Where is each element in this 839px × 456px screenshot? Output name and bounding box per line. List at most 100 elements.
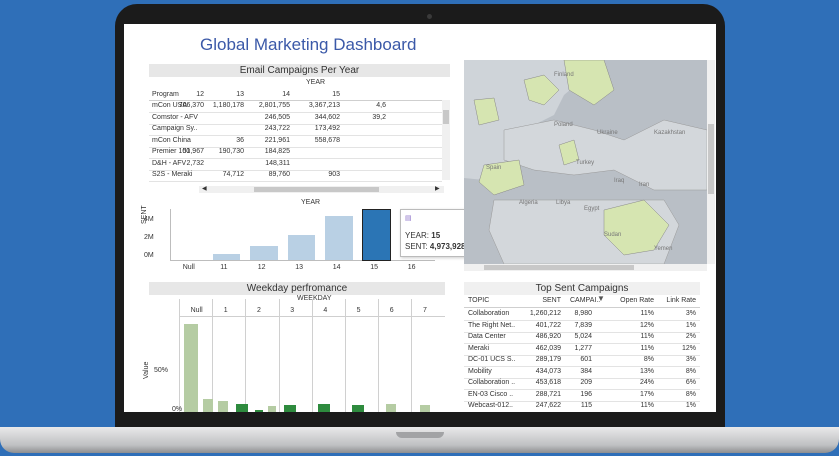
bar-13[interactable]	[287, 235, 315, 260]
email-table-hscroll-thumb[interactable]	[254, 187, 379, 192]
scroll-left-arrow-icon[interactable]: ◀	[202, 185, 207, 192]
email-cell: 148,311	[265, 159, 290, 167]
email-cell: 74,712	[222, 171, 244, 178]
weekday-col-1[interactable]: 1	[224, 307, 228, 314]
email-cell: 39,2	[372, 113, 386, 121]
map-label: Iran	[639, 182, 650, 188]
campaign-cell: 196	[580, 390, 592, 398]
col-open-rate[interactable]: Open Rate	[614, 297, 654, 304]
bar-14[interactable]	[325, 216, 353, 260]
bar-12[interactable]	[250, 246, 278, 260]
email-cell: 246,505	[264, 113, 290, 121]
weekday-col-divider	[212, 299, 214, 412]
campaign-cell: 247,622	[535, 402, 561, 409]
email-cell: 89,760	[268, 171, 290, 178]
email-cell: 184,825	[264, 148, 290, 155]
campaign-cell: 11%	[640, 402, 655, 409]
email-table-vscroll-thumb[interactable]	[443, 110, 449, 124]
map-hscroll-thumb[interactable]	[484, 265, 634, 270]
year-header: YEAR	[306, 79, 326, 86]
campaign-cell: 384	[580, 367, 592, 375]
year-col-3[interactable]: 15	[300, 91, 340, 98]
y-tick-2m: 2M	[144, 234, 154, 241]
email-cell: 1,180,178	[212, 102, 244, 109]
campaign-cell: 601	[580, 356, 592, 363]
campaign-cell: 1%	[685, 402, 696, 409]
weekday-bar[interactable]	[268, 406, 276, 412]
campaign-topic: Data Center	[468, 333, 506, 340]
campaign-cell: 5,024	[574, 333, 592, 340]
email-cell: 344,602	[314, 113, 340, 121]
weekday-bar[interactable]	[184, 324, 198, 412]
sort-desc-icon[interactable]: ▼	[597, 294, 605, 303]
weekday-col-3[interactable]: 3	[290, 307, 294, 314]
campaign-topic: EN-03 Cisco ..	[468, 390, 514, 398]
map-label: Poland	[554, 122, 573, 128]
weekday-col-6[interactable]: 6	[390, 307, 394, 314]
tooltip-filter-icon[interactable]: ▤	[405, 214, 412, 222]
bar-selected-15[interactable]	[361, 209, 391, 261]
campaign-cell: 2%	[685, 333, 696, 340]
campaign-cell: 453,618	[535, 379, 561, 386]
campaign-cell: 8%	[643, 356, 654, 363]
weekday-col-5[interactable]: 5	[357, 307, 361, 314]
weekday-col-4[interactable]: 4	[323, 307, 327, 314]
campaign-cell: 401,722	[535, 321, 561, 329]
campaign-cell: 12%	[681, 344, 696, 352]
weekday-bar[interactable]	[203, 399, 213, 412]
year-col-0[interactable]: 12	[164, 91, 204, 98]
tooltip-year-value: 15	[431, 231, 441, 240]
map-label: Algeria	[519, 200, 538, 206]
col-sent[interactable]: SENT	[524, 297, 561, 304]
y-tick-50: 50%	[154, 367, 169, 374]
weekday-col-7[interactable]: 7	[423, 307, 427, 314]
weekday-bar[interactable]	[218, 401, 228, 412]
weekday-col-divider	[278, 299, 280, 412]
campaign-cell: 3%	[685, 356, 696, 363]
col-campaigns[interactable]: CAMPAI..	[570, 297, 600, 304]
dashboard-screen: Global Marketing Dashboard Email Campaig…	[124, 24, 716, 412]
weekday-bar[interactable]	[255, 410, 263, 412]
map-label: Ukraine	[597, 130, 618, 136]
campaign-topic: Mobility	[468, 367, 492, 375]
campaign-cell: 8,980	[574, 310, 592, 317]
program-name: mCon China	[152, 136, 191, 144]
campaign-cell: 13%	[639, 367, 654, 375]
campaign-cell: 434,073	[535, 367, 561, 375]
weekday-bar[interactable]	[352, 405, 364, 412]
weekday-col-2[interactable]: 2	[257, 307, 261, 314]
bar-11[interactable]	[212, 254, 240, 260]
weekday-bar[interactable]	[386, 404, 396, 412]
weekday-bar[interactable]	[236, 404, 248, 412]
campaign-topic: Collaboration	[468, 310, 510, 317]
campaign-cell: 1,260,212	[529, 310, 561, 317]
col-topic[interactable]: TOPIC	[468, 297, 489, 304]
map-label: Spain	[486, 165, 502, 171]
value-axis-label: Value	[143, 361, 150, 379]
map-view[interactable]: Finland Poland Ukraine Kazakhstan Spain Turke…	[464, 60, 707, 264]
weekday-col-0[interactable]: Null	[191, 307, 203, 314]
campaign-topic: Meraki	[468, 344, 490, 352]
weekday-col-divider	[378, 299, 380, 412]
col-link-rate[interactable]: Link Rate	[659, 297, 696, 304]
campaign-topic: The Right Net..	[468, 321, 516, 329]
map-vscroll-thumb[interactable]	[708, 124, 714, 194]
map-label: Libya	[556, 200, 571, 206]
weekday-bar[interactable]	[284, 405, 296, 412]
weekday-bar[interactable]	[420, 405, 430, 412]
scroll-right-arrow-icon[interactable]: ▶	[435, 185, 440, 192]
map-label: Finland	[554, 72, 574, 78]
year-col-1[interactable]: 13	[204, 91, 244, 98]
email-cell: 190,730	[218, 148, 244, 155]
weekday-col-divider	[311, 299, 313, 412]
year-col-2[interactable]: 14	[250, 91, 290, 98]
map-label: Egypt	[584, 206, 600, 212]
map-label: Sudan	[604, 232, 622, 238]
weekday-bar[interactable]	[318, 404, 330, 412]
tooltip-sent-label: SENT:	[405, 242, 428, 251]
map-label: Turkey	[576, 160, 595, 166]
program-name: Comstor - AFV	[152, 113, 198, 121]
dashboard-title: Global Marketing Dashboard	[200, 35, 417, 54]
weekday-label: WEEKDAY	[297, 295, 332, 302]
x-tick: Null	[182, 264, 195, 271]
